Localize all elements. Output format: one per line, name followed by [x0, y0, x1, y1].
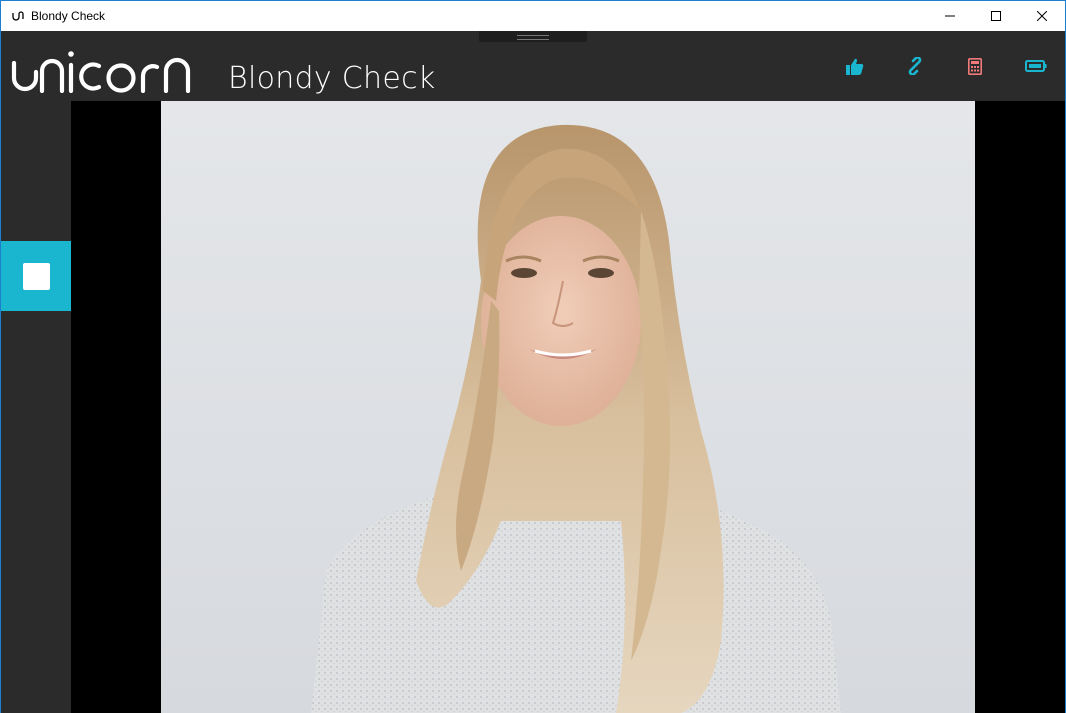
sidebar	[1, 101, 71, 713]
camera-photo	[161, 101, 975, 713]
link-button[interactable]	[904, 55, 926, 77]
window-title: Blondy Check	[31, 9, 106, 23]
calculator-icon	[968, 57, 982, 75]
app-header: Blondy Check	[1, 31, 1065, 101]
stop-button[interactable]	[1, 241, 71, 311]
stop-icon	[22, 262, 50, 290]
calculator-button[interactable]	[964, 55, 986, 77]
close-button[interactable]	[1019, 1, 1065, 31]
like-button[interactable]	[844, 55, 866, 77]
battery-icon	[1025, 60, 1047, 72]
minimize-icon	[945, 15, 955, 17]
drag-handle[interactable]	[479, 31, 587, 42]
maximize-icon	[991, 11, 1001, 21]
maximize-button[interactable]	[973, 1, 1019, 31]
link-icon	[908, 57, 922, 75]
portrait-image	[311, 124, 841, 713]
unicorn-logo	[11, 51, 191, 93]
camera-viewport	[71, 101, 1065, 713]
window-titlebar[interactable]: Blondy Check	[0, 0, 1066, 31]
thumbs-up-icon	[846, 58, 864, 75]
battery-button[interactable]	[1023, 55, 1049, 77]
minimize-button[interactable]	[927, 1, 973, 31]
app-name: Blondy Check	[228, 61, 436, 96]
close-icon	[1037, 11, 1047, 21]
app-logo-icon	[12, 11, 24, 21]
